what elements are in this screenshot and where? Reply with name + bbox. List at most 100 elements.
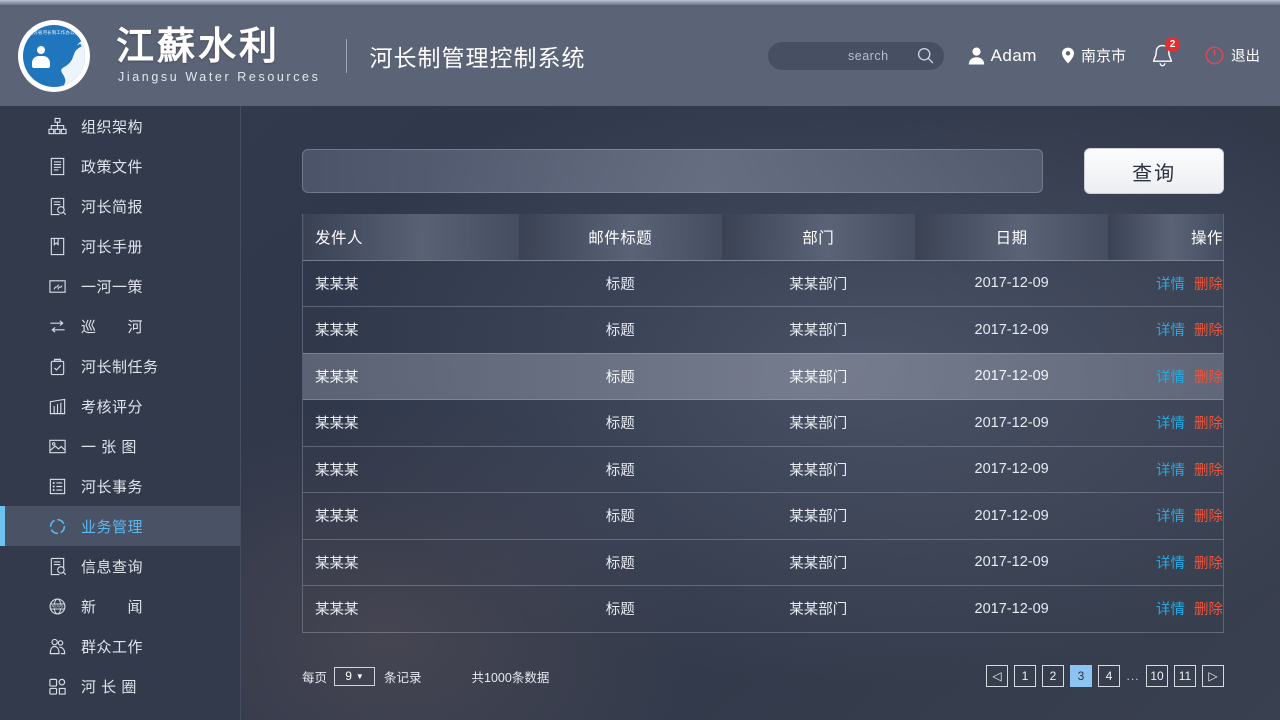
sidebar-item-6[interactable]: 河长制任务	[0, 346, 240, 386]
notifications-button[interactable]: 2	[1152, 37, 1180, 67]
bar-chart-icon	[48, 397, 67, 416]
logo-river-icon	[58, 38, 85, 85]
book-icon	[48, 237, 67, 256]
detail-link[interactable]: 详情	[1156, 412, 1185, 433]
delete-link[interactable]: 删除	[1194, 552, 1223, 573]
cell-date: 2017-12-09	[914, 260, 1109, 307]
query-button[interactable]: 查询	[1084, 148, 1224, 194]
cell-actions: 详情 删除	[1108, 306, 1224, 354]
table-row[interactable]: 某某某 标题 某某部门 2017-12-09 详情 删除	[302, 585, 1224, 633]
cell-title: 标题	[518, 260, 722, 307]
per-page-label: 每页	[302, 670, 328, 685]
delete-link[interactable]: 删除	[1194, 366, 1223, 387]
sidebar-item-label: 业务管理	[81, 518, 144, 536]
sidebar-item-5[interactable]: 巡 河	[0, 306, 240, 346]
sidebar-item-11[interactable]: 信息查询	[0, 546, 240, 586]
cell-date: 2017-12-09	[914, 492, 1109, 540]
cell-title: 标题	[518, 539, 722, 586]
logout-button[interactable]: 退出	[1205, 45, 1260, 66]
cell-dept: 某某部门	[721, 353, 915, 400]
delete-link[interactable]: 删除	[1194, 412, 1223, 433]
sidebar-item-4[interactable]: 一河一策	[0, 266, 240, 306]
cell-date: 2017-12-09	[914, 353, 1109, 400]
chevron-down-icon: ▼	[355, 671, 364, 681]
news-globe-icon: NEWS	[48, 597, 67, 616]
table-row[interactable]: 某某某 标题 某某部门 2017-12-09 详情 删除	[302, 492, 1224, 540]
pagination-page-2[interactable]: 2	[1042, 665, 1064, 687]
sidebar-item-3[interactable]: 河长手册	[0, 226, 240, 266]
pagination-page-4[interactable]: 4	[1098, 665, 1120, 687]
search-input[interactable]	[778, 48, 889, 63]
delete-link[interactable]: 删除	[1194, 273, 1223, 294]
detail-link[interactable]: 详情	[1156, 505, 1185, 526]
detail-link[interactable]: 详情	[1156, 552, 1185, 573]
logo-person-icon	[37, 45, 45, 54]
mail-table-element: 发件人 邮件标题 部门 日期 操作 某某某 标题 某某部门 2017-12-09 详情删…	[302, 214, 1224, 633]
detail-link[interactable]: 详情	[1156, 459, 1185, 480]
header-actions: Adam 南京市 2 退出	[767, 37, 1280, 70]
sidebar-item-2[interactable]: 河长简报	[0, 186, 240, 226]
sidebar-item-8[interactable]: 一 张 图	[0, 426, 240, 466]
cell-title: 标题	[518, 492, 722, 540]
detail-link[interactable]: 详情	[1156, 366, 1185, 387]
power-icon[interactable]	[1205, 46, 1224, 65]
table-row[interactable]: 某某某 标题 某某部门 2017-12-09 详情 删除	[302, 399, 1224, 447]
delete-link[interactable]: 删除	[1194, 319, 1223, 340]
people-icon	[48, 637, 67, 656]
sidebar-item-label: 政策文件	[81, 158, 144, 176]
table-row[interactable]: 某某某 标题 某某部门 2017-12-09 详情 删除	[302, 446, 1224, 493]
cell-title: 标题	[518, 353, 722, 400]
sidebar-item-12[interactable]: NEWS 新 闻	[0, 586, 240, 626]
sidebar-item-7[interactable]: 考核评分	[0, 386, 240, 426]
detail-link[interactable]: 详情	[1156, 273, 1185, 294]
sidebar-item-label: 河长手册	[81, 238, 144, 256]
per-page-select[interactable]: 9 ▼	[334, 666, 376, 686]
cell-date: 2017-12-09	[914, 306, 1109, 354]
query-input[interactable]	[302, 149, 1044, 193]
cell-dept: 某某部门	[721, 492, 915, 540]
user-profile[interactable]: Adam	[968, 46, 1037, 66]
cell-dept: 某某部门	[721, 585, 915, 633]
per-page-unit: 条记录	[384, 670, 422, 685]
table-row[interactable]: 某某某 标题 某某部门 2017-12-09 详情 删除	[302, 306, 1224, 354]
cell-title: 标题	[518, 306, 722, 354]
header-search[interactable]	[767, 41, 944, 70]
document-icon	[48, 157, 67, 176]
cell-sender: 某某某	[302, 353, 519, 400]
jiangsu-water-logo: 江苏省河长制工作办公室	[18, 19, 90, 92]
pagination-page-3[interactable]: 3	[1070, 665, 1092, 687]
table-row[interactable]: 某某某 标题 某某部门 2017-12-09 详情 删除	[302, 260, 1224, 307]
sidebar-item-10[interactable]: 业务管理	[0, 506, 240, 546]
pagination-page-1[interactable]: 1	[1014, 665, 1036, 687]
cell-sender: 某某某	[302, 585, 519, 633]
cell-date: 2017-12-09	[914, 585, 1109, 633]
pagination-prev-button[interactable]: ◁	[986, 665, 1008, 687]
search-doc-icon	[48, 557, 67, 576]
cell-sender: 某某某	[302, 492, 519, 540]
location-selector[interactable]: 南京市	[1061, 45, 1126, 66]
table-row[interactable]: 某某某 标题 某某部门 2017-12-09 详情 删除	[302, 353, 1224, 400]
sidebar-item-13[interactable]: 群众工作	[0, 626, 240, 666]
delete-link[interactable]: 删除	[1194, 598, 1223, 619]
pagination-page-10[interactable]: 10	[1146, 665, 1168, 687]
sidebar-item-1[interactable]: 政策文件	[0, 146, 240, 186]
list-icon	[48, 477, 67, 496]
sidebar-item-0[interactable]: 组织架构	[0, 106, 240, 146]
sidebar-item-9[interactable]: 河长事务	[0, 466, 240, 506]
pagination-next-button[interactable]: ▷	[1202, 665, 1224, 687]
cell-sender: 某某某	[302, 446, 519, 493]
sidebar-item-label: 一 张 图	[81, 438, 137, 456]
search-icon[interactable]	[917, 47, 934, 64]
delete-link[interactable]: 删除	[1194, 459, 1223, 480]
sidebar-item-14[interactable]: 河 长 圈	[0, 666, 240, 706]
table-row[interactable]: 某某某 标题 某某部门 2017-12-09 详情 删除	[302, 539, 1224, 586]
detail-link[interactable]: 详情	[1156, 598, 1185, 619]
main-content: 查询 发件人 邮件标题 部门 日期 操作 某某某 标题 某某部门 2017-12-09…	[241, 106, 1280, 720]
logo-ring-text: 江苏省河长制工作办公室	[28, 29, 80, 35]
delete-link[interactable]: 删除	[1194, 505, 1223, 526]
pagination-page-11[interactable]: 11	[1174, 665, 1196, 687]
sidebar-item-label: 组织架构	[81, 118, 144, 136]
detail-link[interactable]: 详情	[1156, 319, 1185, 340]
sidebar-item-label: 新 闻	[81, 598, 144, 616]
user-icon	[968, 47, 984, 64]
